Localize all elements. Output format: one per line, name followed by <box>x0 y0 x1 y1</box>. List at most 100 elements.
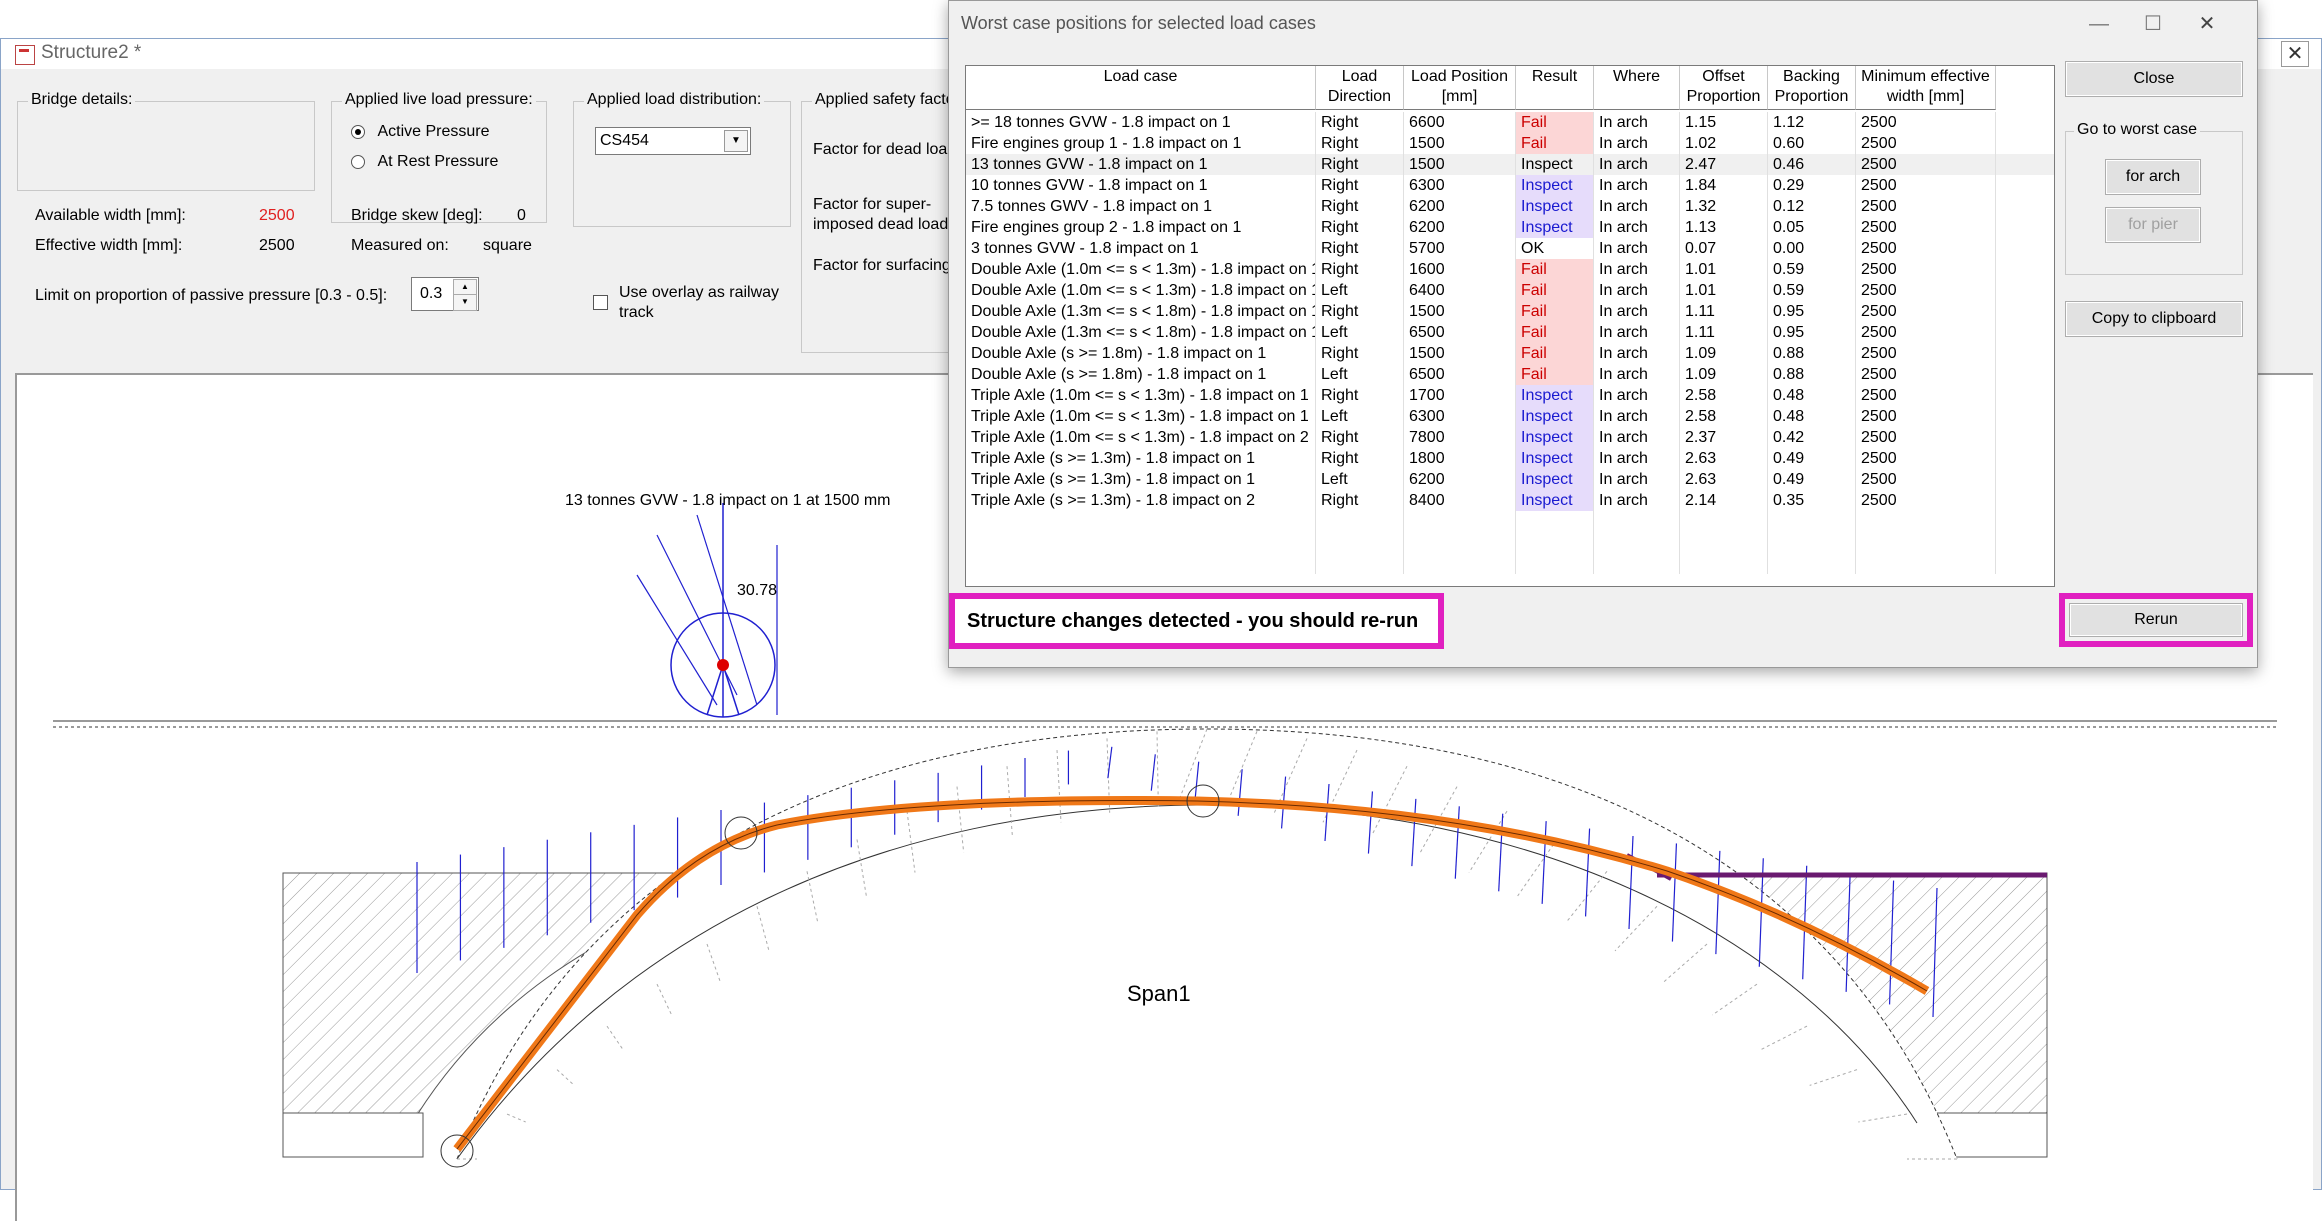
table-row[interactable]: Double Axle (1.0m <= s < 1.3m) - 1.8 imp… <box>966 259 2054 280</box>
cell-offset: 0.07 <box>1680 238 1768 259</box>
table-row[interactable]: >= 18 tonnes GVW - 1.8 impact on 1 Right 6… <box>966 112 2054 133</box>
empty-cell <box>1768 511 1856 532</box>
cell-position: 6200 <box>1404 469 1516 490</box>
passive-limit-spinner[interactable]: 0.3 ▲ ▼ <box>411 277 479 311</box>
column-header-label: Load <box>1341 68 1378 85</box>
load-distribution-selected: CS454 <box>600 132 649 149</box>
cell-offset: 1.11 <box>1680 301 1768 322</box>
bridge-details-group: Bridge details: <box>17 91 315 191</box>
cell-direction: Right <box>1316 238 1404 259</box>
table-row[interactable]: Fire engines group 2 - 1.8 impact on 1 Ri… <box>966 217 2054 238</box>
empty-row <box>966 532 2054 553</box>
load-ray-right <box>722 664 740 716</box>
cell-where: In arch <box>1594 154 1680 175</box>
safety-factors-title: Applied safety facto <box>812 91 958 109</box>
cell-backing: 0.12 <box>1768 196 1856 217</box>
cell-backing: 0.05 <box>1768 217 1856 238</box>
table-row[interactable]: Triple Axle (s >= 1.3m) - 1.8 impact on … <box>966 469 2054 490</box>
table-row[interactable]: 7.5 tonnes GWV - 1.8 impact on 1 Right 620… <box>966 196 2054 217</box>
table-row[interactable]: Triple Axle (1.0m <= s < 1.3m) - 1.8 imp… <box>966 385 2054 406</box>
table-row[interactable]: Triple Axle (1.0m <= s < 1.3m) - 1.8 imp… <box>966 427 2054 448</box>
cell-load-case: Double Axle (1.0m <= s < 1.3m) - 1.8 imp… <box>966 280 1316 301</box>
column-header[interactable]: Backing Proportion <box>1768 66 1856 110</box>
cell-offset: 2.37 <box>1680 427 1768 448</box>
empty-cell <box>1404 511 1516 532</box>
column-header[interactable]: Load Position [mm] <box>1404 66 1516 110</box>
table-row[interactable]: 3 tonnes GVW - 1.8 impact on 1 Right 5700 O… <box>966 238 2054 259</box>
table-row[interactable]: Triple Axle (s >= 1.3m) - 1.8 impact on … <box>966 448 2054 469</box>
table-row[interactable]: Fire engines group 1 - 1.8 impact on 1 Ri… <box>966 133 2054 154</box>
table-row[interactable]: Double Axle (1.3m <= s < 1.8m) - 1.8 imp… <box>966 301 2054 322</box>
available-width-value: 2500 <box>259 207 295 224</box>
column-header[interactable]: Offset Proportion <box>1680 66 1768 110</box>
radio-on-icon[interactable] <box>351 124 365 139</box>
cell-backing: 0.88 <box>1768 364 1856 385</box>
radio-at-rest-pressure[interactable]: At Rest Pressure <box>351 153 498 171</box>
overlay-checkbox[interactable] <box>593 295 608 310</box>
cell-load-case: Double Axle (1.0m <= s < 1.3m) - 1.8 imp… <box>966 259 1316 280</box>
cell-load-case: Triple Axle (1.0m <= s < 1.3m) - 1.8 imp… <box>966 406 1316 427</box>
column-header[interactable]: Minimum effective width [mm] <box>1856 66 1996 110</box>
cell-direction: Left <box>1316 364 1404 385</box>
for-arch-button[interactable]: for arch <box>2105 159 2201 195</box>
cell-backing: 0.46 <box>1768 154 1856 175</box>
cell-position: 8400 <box>1404 490 1516 511</box>
cell-position: 1500 <box>1404 301 1516 322</box>
worst-case-dialog: Worst case positions for selected load c… <box>948 0 2258 668</box>
copy-to-clipboard-button[interactable]: Copy to clipboard <box>2065 301 2243 337</box>
rerun-button[interactable]: Rerun <box>2069 603 2243 637</box>
cell-backing: 0.49 <box>1768 469 1856 490</box>
column-header[interactable]: Where <box>1594 66 1680 110</box>
for-pier-button[interactable]: for pier <box>2105 207 2201 243</box>
cell-direction: Right <box>1316 259 1404 280</box>
chevron-down-icon[interactable]: ▼ <box>724 130 748 152</box>
cell-position: 1800 <box>1404 448 1516 469</box>
dialog-close-icon[interactable]: ✕ <box>2187 7 2227 41</box>
column-header[interactable]: Load case <box>966 66 1316 110</box>
cell-direction: Right <box>1316 448 1404 469</box>
load-distribution-group: Applied load distribution: <box>573 91 791 227</box>
cell-result: Inspect <box>1516 469 1594 490</box>
results-grid[interactable]: Load case Load Direction Load Position [mm] R… <box>965 65 2055 587</box>
table-row[interactable]: 13 tonnes GVW - 1.8 impact on 1 Right 1500… <box>966 154 2054 175</box>
empty-cell <box>1680 511 1768 532</box>
empty-row <box>966 511 2054 532</box>
main-close-icon[interactable]: ✕ <box>2281 41 2309 67</box>
cell-where: In arch <box>1594 133 1680 154</box>
cell-direction: Right <box>1316 196 1404 217</box>
measured-on-label: Measured on: <box>351 237 449 254</box>
table-row[interactable]: 10 tonnes GVW - 1.8 impact on 1 Right 6300… <box>966 175 2054 196</box>
available-width-label: Available width [mm]: <box>35 207 186 224</box>
cell-min-width: 2500 <box>1856 133 1996 154</box>
minimize-icon[interactable]: — <box>2079 7 2119 41</box>
table-row[interactable]: Double Axle (s >= 1.8m) - 1.8 impact on … <box>966 343 2054 364</box>
bridge-details-title: Bridge details: <box>28 91 136 109</box>
table-row[interactable]: Double Axle (1.3m <= s < 1.8m) - 1.8 imp… <box>966 322 2054 343</box>
table-row[interactable]: Triple Axle (s >= 1.3m) - 1.8 impact on … <box>966 490 2054 511</box>
load-distribution-select[interactable]: CS454 ▼ <box>595 127 751 155</box>
table-row[interactable]: Double Axle (1.0m <= s < 1.3m) - 1.8 imp… <box>966 280 2054 301</box>
cell-result: OK <box>1516 238 1594 259</box>
radio-active-pressure[interactable]: Active Pressure <box>351 123 490 141</box>
column-header[interactable]: Result <box>1516 66 1594 110</box>
close-button[interactable]: Close <box>2065 61 2243 97</box>
empty-cell <box>1516 511 1594 532</box>
cell-direction: Right <box>1316 133 1404 154</box>
cell-min-width: 2500 <box>1856 406 1996 427</box>
column-header[interactable]: Load Direction <box>1316 66 1404 110</box>
column-header-label: Minimum effective <box>1861 68 1990 85</box>
cell-load-case: 13 tonnes GVW - 1.8 impact on 1 <box>966 154 1316 175</box>
cell-backing: 0.49 <box>1768 448 1856 469</box>
table-row[interactable]: Double Axle (s >= 1.8m) - 1.8 impact on … <box>966 364 2054 385</box>
maximize-icon[interactable]: ☐ <box>2133 7 2173 41</box>
cell-offset: 1.11 <box>1680 322 1768 343</box>
cell-direction: Right <box>1316 427 1404 448</box>
cell-min-width: 2500 <box>1856 154 1996 175</box>
table-row[interactable]: Triple Axle (1.0m <= s < 1.3m) - 1.8 imp… <box>966 406 2054 427</box>
superimposed-factor-label: Factor for super- imposed dead load <box>813 195 948 235</box>
cell-offset: 1.13 <box>1680 217 1768 238</box>
cell-min-width: 2500 <box>1856 343 1996 364</box>
spinner-down-icon[interactable]: ▼ <box>453 294 477 311</box>
radio-off-icon[interactable] <box>351 154 365 169</box>
cell-result: Inspect <box>1516 196 1594 217</box>
